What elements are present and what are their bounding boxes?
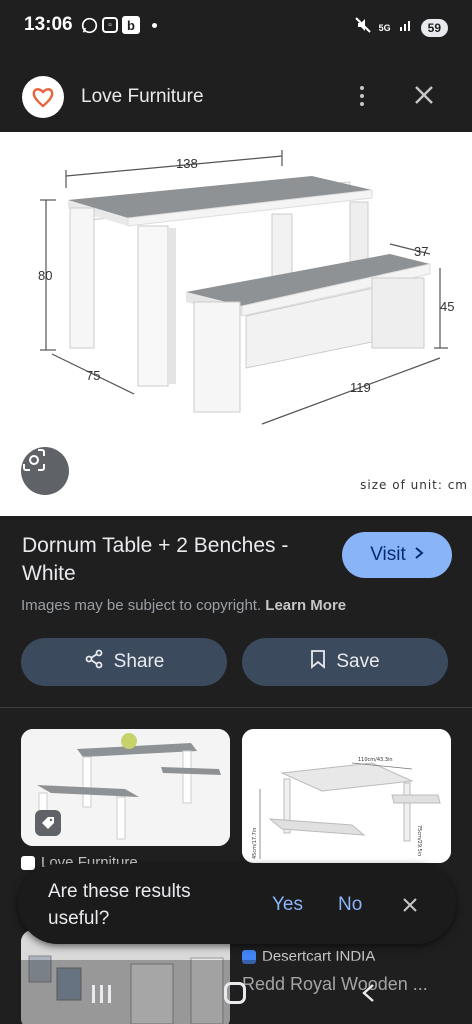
unit-caption: size of unit: cm — [360, 478, 468, 492]
chevron-right-icon — [414, 544, 424, 566]
more-notifications-dot — [152, 22, 157, 28]
share-label: Share — [113, 651, 165, 672]
feedback-no-button[interactable]: No — [338, 894, 362, 916]
dim-top-label: 138 — [176, 156, 198, 171]
status-bar: 13:06 ▫ b 5G 59 — [0, 0, 472, 56]
share-button[interactable]: Share — [21, 638, 227, 686]
battery-indicator: 59 — [420, 18, 448, 37]
site-logo-icon[interactable] — [22, 76, 64, 118]
related-image-2-drawing: 110cm/43.3in 75cm/29.5in 45cm/17.7in — [242, 729, 451, 863]
card2-dim-side: 75cm/29.5in — [416, 825, 422, 856]
card2-dim-top: 110cm/43.3in — [358, 757, 393, 763]
close-icon[interactable] — [410, 81, 438, 109]
feedback-yes-button[interactable]: Yes — [272, 894, 303, 916]
product-image[interactable]: 138 80 75 37 45 119 size of unit: cm — [0, 132, 472, 516]
lens-search-icon[interactable] — [21, 447, 69, 495]
save-label: Save — [336, 651, 380, 672]
home-icon[interactable] — [224, 982, 246, 1004]
screenshot-icon: ▫ — [102, 17, 118, 33]
tag-icon[interactable] — [35, 810, 61, 836]
share-icon — [84, 649, 104, 675]
related-image-1[interactable] — [21, 729, 230, 846]
signal-icon — [399, 18, 413, 37]
back-icon[interactable] — [358, 982, 380, 1004]
app-bar: Love Furniture — [0, 56, 472, 132]
related-image-2[interactable]: 110cm/43.3in 75cm/29.5in 45cm/17.7in — [242, 729, 451, 863]
status-time: 13:06 — [24, 14, 73, 35]
system-icons: 5G 59 — [354, 17, 448, 38]
card2-dim-left: 45cm/17.7in — [252, 828, 258, 859]
copyright-notice: Images may be subject to copyright. Lear… — [21, 597, 346, 614]
system-nav-bar — [0, 960, 472, 1024]
save-button[interactable]: Save — [242, 638, 448, 686]
network-label: 5G — [378, 22, 391, 33]
more-vert-icon[interactable] — [348, 82, 376, 110]
bench-length-label: 119 — [350, 380, 371, 395]
bench-height-label: 45 — [440, 299, 454, 314]
feedback-question: Are these results useful? — [48, 881, 191, 929]
bookmark-icon — [310, 649, 326, 675]
notification-icons: ▫ b — [80, 16, 157, 34]
visit-label: Visit — [370, 544, 406, 565]
divider — [0, 707, 472, 708]
whatsapp-icon — [80, 16, 98, 34]
learn-more-link[interactable]: Learn More — [265, 597, 346, 614]
furniture-drawing: 138 80 75 37 45 119 — [38, 150, 454, 425]
bench-depth-label: 37 — [414, 244, 428, 259]
visit-button[interactable]: Visit — [342, 532, 452, 578]
love-furniture-logo-icon — [21, 855, 35, 870]
copyright-text: Images may be subject to copyright. — [21, 597, 262, 614]
feedback-toast: Are these results useful? Yes No — [18, 864, 456, 944]
b-app-icon: b — [122, 16, 140, 34]
product-title: Dornum Table + 2 Benches - White — [22, 534, 289, 585]
dim-depth-label: 75 — [86, 368, 100, 383]
feedback-close-icon[interactable] — [400, 895, 420, 915]
dim-height-label: 80 — [38, 268, 52, 283]
mute-icon — [354, 17, 371, 38]
site-name[interactable]: Love Furniture — [81, 86, 204, 108]
recents-icon[interactable] — [92, 985, 116, 1003]
